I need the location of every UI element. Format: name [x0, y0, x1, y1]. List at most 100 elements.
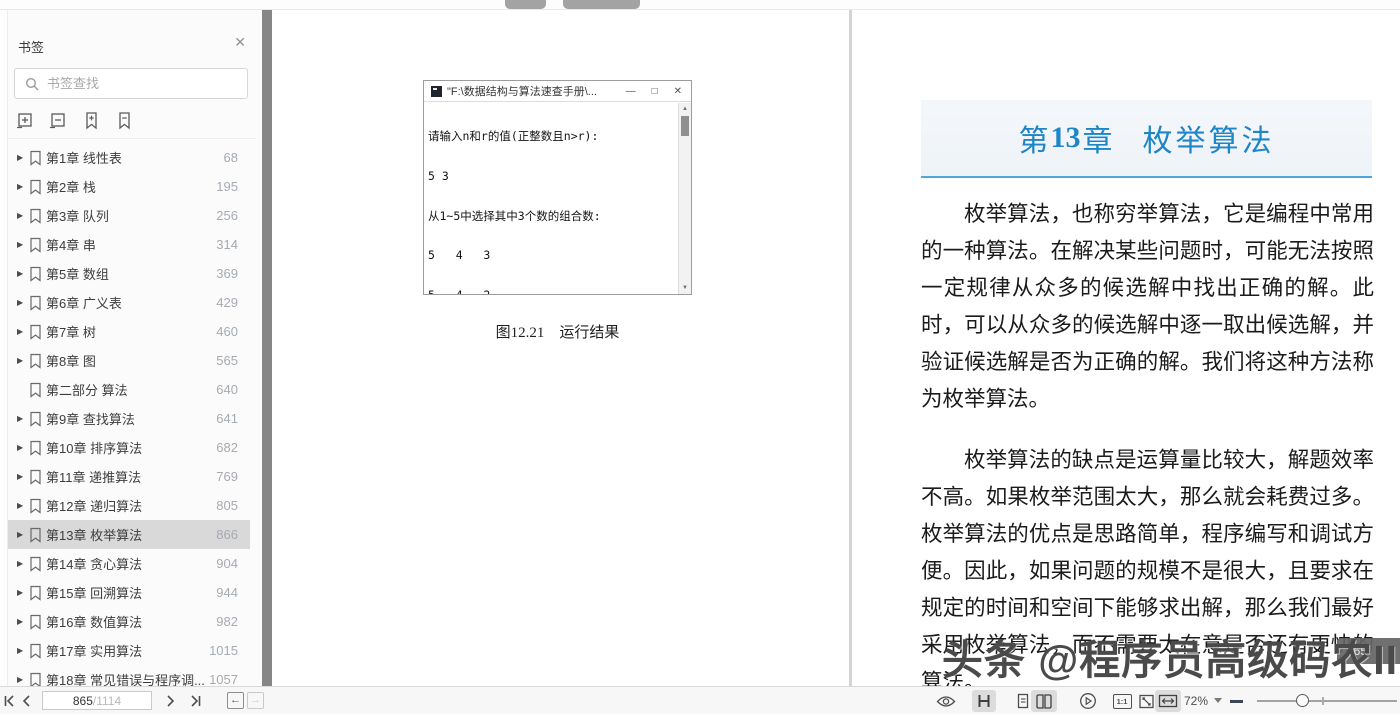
expand-arrow-icon[interactable]: ▶ [17, 675, 29, 684]
bookmark-item[interactable]: ▶第15章 回溯算法944 [0, 578, 262, 607]
close-icon: ✕ [674, 86, 682, 97]
top-toolbar-button-1[interactable] [505, 0, 546, 9]
console-scrollbar: ▲ ▼ [678, 103, 691, 294]
bookmark-page-number: 1057 [209, 672, 238, 686]
bookmark-item[interactable]: ▶ 第10章 排序算法 682 [0, 433, 262, 462]
bookmark-item[interactable]: ▶第二部分 算法640 [0, 375, 262, 404]
bookmark-item[interactable]: ▶第8章 图565 [0, 346, 262, 375]
panel-divider [8, 138, 256, 139]
bookmark-item[interactable]: ▶第6章 广义表429 [0, 288, 262, 317]
top-toolbar-strip [0, 0, 1400, 10]
expand-arrow-icon[interactable]: ▶ [17, 240, 29, 249]
bookmark-label: 第3章 队列 [46, 206, 109, 225]
actual-size-button[interactable]: 1:1 [1110, 690, 1134, 712]
bookmarks-panel: 书签 ✕ ▶第1章 线性表68 [0, 10, 262, 686]
bookmark-label: 第15章 回溯算法 [46, 583, 142, 602]
bookmark-item[interactable]: ▶第9章 查找算法641 [0, 404, 262, 433]
previous-page-button[interactable] [17, 687, 35, 714]
expand-arrow-icon[interactable]: ▶ [17, 559, 29, 568]
bookmark-page-number: 682 [216, 440, 238, 455]
expand-arrow-icon[interactable]: ▶ [17, 182, 29, 191]
bookmark-list: ▶第1章 线性表68 ▶第2章 栈195 ▶第3章 队列256 ▶第4章 串31… [0, 143, 262, 686]
bookmark-item[interactable]: ▶ 第14章 贪心算法 904 [0, 549, 262, 578]
bookmark-item[interactable]: ▶第1章 线性表68 [0, 143, 262, 172]
bookmark-icon [29, 150, 46, 166]
fit-width-button[interactable] [1155, 690, 1181, 712]
bookmark-page-number: 904 [216, 556, 238, 571]
bookmark-item[interactable]: ▶第16章 数值算法982 [0, 607, 262, 636]
console-title-bar: "F:\数据结构与算法速查手册\... — □ ✕ [424, 81, 691, 102]
bookmark-label: 第14章 贪心算法 [46, 554, 142, 573]
console-app-icon [431, 86, 442, 97]
bookmark-label: 第10章 排序算法 [46, 438, 142, 457]
zoom-slider-knob[interactable] [1296, 694, 1309, 707]
expand-arrow-icon[interactable]: ▶ [17, 356, 29, 365]
expand-arrow-icon[interactable]: ▶ [17, 414, 29, 423]
zoom-slider-track[interactable] [1257, 700, 1397, 702]
maximize-icon: □ [652, 86, 658, 97]
expand-arrow-icon[interactable]: ▶ [17, 646, 29, 655]
bookmark-page-number: 565 [216, 353, 238, 368]
expand-arrow-icon[interactable]: ▶ [17, 588, 29, 597]
collapse-all-icon[interactable] [48, 110, 69, 131]
add-bookmark-icon[interactable] [81, 110, 102, 131]
bookmark-item[interactable]: ▶第4章 串314 [0, 230, 262, 259]
history-forward-button[interactable]: → [247, 692, 264, 709]
document-viewport[interactable]: "F:\数据结构与算法速查手册\... — □ ✕ 请输入n和r的值(正整数且n… [262, 10, 1400, 686]
bookmark-search-input[interactable] [47, 69, 241, 98]
bookmark-label: 第2章 栈 [46, 177, 96, 196]
facing-pages-icon [1035, 693, 1053, 710]
zoom-out-button[interactable] [1230, 700, 1243, 703]
expand-arrow-icon[interactable]: ▶ [17, 501, 29, 510]
bookmark-label: 第6章 广义表 [46, 293, 122, 312]
facing-pages-view-button[interactable] [1031, 690, 1057, 712]
zoom-dropdown-caret-icon[interactable] [1214, 698, 1222, 703]
chapter-name: 枚举算法 [1143, 116, 1275, 160]
last-page-button[interactable] [185, 687, 205, 714]
bookmark-item[interactable]: ▶第2章 栈195 [0, 172, 262, 201]
expand-arrow-icon[interactable]: ▶ [17, 153, 29, 162]
slideshow-button[interactable] [1076, 690, 1100, 712]
bookmark-icon [29, 237, 46, 253]
pdf-reader-window: 书签 ✕ ▶第1章 线性表68 [0, 0, 1400, 714]
bookmark-item[interactable]: ▶第11章 递推算法769 [0, 462, 262, 491]
bookmark-item[interactable]: ▶第3章 队列256 [0, 201, 262, 230]
bookmark-page-number: 640 [216, 382, 238, 397]
bookmark-label: 第12章 递归算法 [46, 496, 142, 515]
bookmark-item[interactable]: ▶第12章 递归算法805 [0, 491, 262, 520]
first-page-button[interactable] [0, 687, 18, 714]
expand-arrow-icon[interactable]: ▶ [17, 211, 29, 220]
continuous-scroll-button[interactable] [972, 690, 996, 712]
expand-arrow-icon[interactable]: ▶ [17, 617, 29, 626]
close-panel-button[interactable]: ✕ [234, 34, 246, 51]
page-number-input[interactable]: 865/1114 [42, 691, 152, 710]
top-toolbar-button-2[interactable] [563, 0, 640, 9]
fit-width-icon [1158, 693, 1178, 709]
expand-arrow-icon[interactable]: ▶ [17, 472, 29, 481]
expand-arrow-icon[interactable]: ▶ [17, 443, 29, 452]
bookmark-icon [29, 208, 46, 224]
bookmark-item[interactable]: ▶第5章 数组369 [0, 259, 262, 288]
bookmark-item[interactable]: ▶第7章 树460 [0, 317, 262, 346]
expand-all-icon[interactable] [15, 110, 36, 131]
expand-arrow-icon[interactable]: ▶ [17, 530, 29, 539]
eye-protection-button[interactable] [934, 690, 958, 712]
next-page-button[interactable] [162, 687, 180, 714]
search-icon [25, 77, 40, 92]
bookmark-item[interactable]: ▶第18章 常见错误与程序调...1057 [0, 665, 262, 686]
bookmark-icon [29, 556, 46, 572]
pdf-page-right: 第13章枚举算法 枚举算法，也称穷举算法，它是编程中常用的一种算法。在解决某些问… [852, 10, 1400, 686]
bookmark-item-selected[interactable]: ▶第13章 枚举算法866 [0, 520, 262, 549]
history-back-button[interactable]: ← [227, 692, 244, 709]
bookmark-search-box[interactable] [14, 68, 248, 99]
bookmark-item[interactable]: ▶第17章 实用算法1015 [0, 636, 262, 665]
console-line: 5 3 [428, 170, 676, 183]
current-page-value: 865 [73, 694, 93, 708]
scrollbar-thumb [681, 116, 689, 136]
actual-size-icon: 1:1 [1113, 694, 1132, 709]
expand-arrow-icon[interactable]: ▶ [17, 327, 29, 336]
remove-bookmark-icon[interactable] [114, 110, 135, 131]
fit-page-button[interactable] [1135, 690, 1157, 712]
expand-arrow-icon[interactable]: ▶ [17, 269, 29, 278]
expand-arrow-icon[interactable]: ▶ [17, 298, 29, 307]
